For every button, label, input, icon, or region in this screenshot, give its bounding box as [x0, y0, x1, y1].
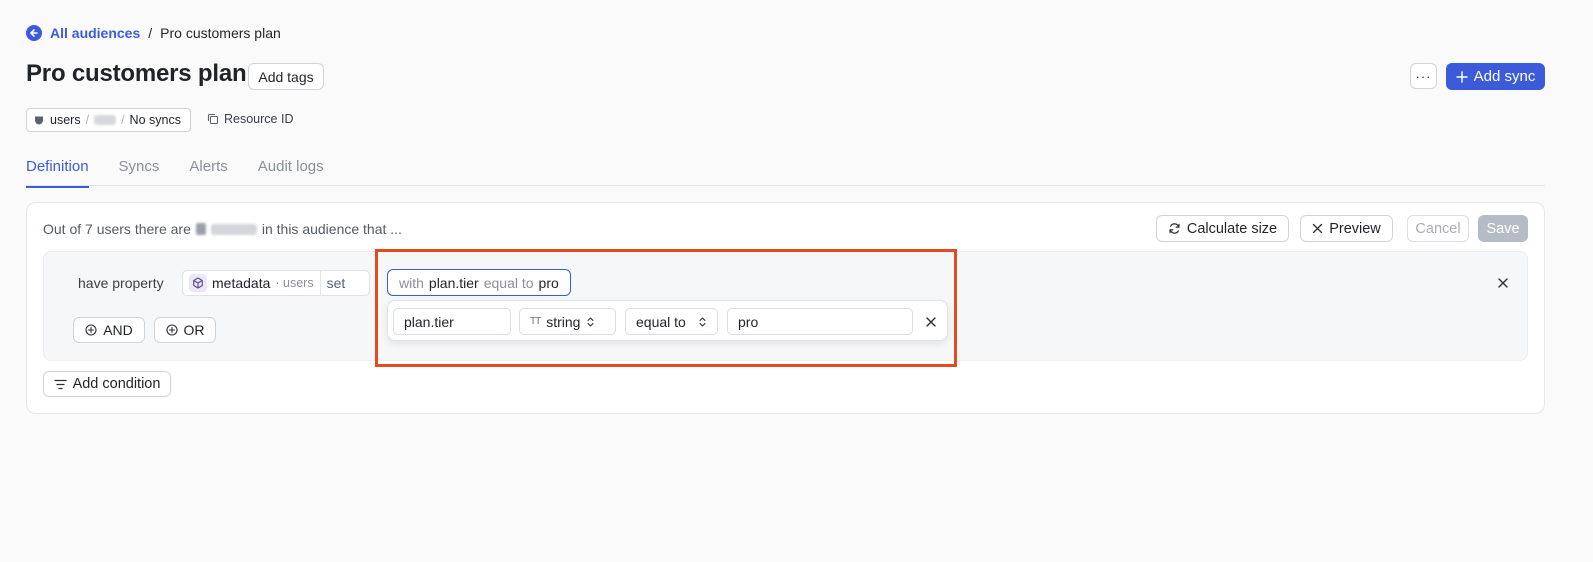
redacted-count	[195, 223, 206, 235]
more-options-button[interactable]: ···	[1410, 63, 1437, 89]
property-segment[interactable]: metadata · users	[183, 271, 320, 295]
tab-bar: Definition Syncs Alerts Audit logs	[26, 158, 324, 188]
cancel-button[interactable]: Cancel	[1407, 215, 1469, 242]
add-or-button[interactable]: OR	[154, 317, 216, 343]
calculate-size-button[interactable]: Calculate size	[1156, 215, 1289, 242]
redacted-count	[94, 115, 117, 125]
remove-filter-icon[interactable]	[924, 315, 938, 329]
copy-icon	[207, 113, 219, 125]
breadcrumb: All audiences / Pro customers plan	[26, 24, 281, 42]
preview-label: Preview	[1329, 220, 1381, 237]
filter-icon	[53, 379, 67, 389]
text-type-icon: TT	[530, 316, 541, 327]
condition-mode[interactable]: set	[319, 271, 352, 295]
preview-button[interactable]: Preview	[1300, 215, 1393, 242]
tab-definition[interactable]: Definition	[26, 158, 89, 188]
refresh-icon	[1169, 223, 1180, 234]
breadcrumb-separator: /	[148, 25, 153, 41]
filter-property-input[interactable]: plan.tier	[393, 308, 511, 335]
or-label: OR	[183, 322, 205, 338]
filter-operator-value: equal to	[636, 313, 686, 330]
property-model: · users	[275, 276, 314, 290]
plus-circle-icon	[85, 324, 97, 336]
tab-audit-logs[interactable]: Audit logs	[258, 158, 324, 188]
syncs-status: No syncs	[129, 113, 181, 127]
remove-condition-icon[interactable]	[1496, 276, 1510, 290]
cube-icon	[189, 274, 207, 292]
add-condition-label: Add condition	[72, 376, 161, 392]
tabs-divider	[26, 185, 1545, 186]
chevron-up-down-icon	[587, 316, 595, 327]
filter-operator-select[interactable]: equal to	[625, 308, 718, 335]
filter-type-select[interactable]: TT string	[519, 308, 616, 335]
redacted-percent	[210, 223, 257, 235]
audience-meta: users / / No syncs	[26, 108, 191, 132]
meta-separator: /	[85, 113, 90, 127]
close-icon	[1313, 223, 1323, 234]
meta-separator: /	[121, 113, 125, 127]
filter-property: plan.tier	[428, 274, 479, 291]
add-and-button[interactable]: AND	[73, 317, 145, 343]
resource-id-label: Resource ID	[224, 112, 294, 126]
filter-summary-pill[interactable]: with plan.tier equal to pro	[387, 269, 571, 296]
summary-suffix: in this audience that ...	[261, 221, 402, 237]
source-name[interactable]: users	[50, 113, 81, 127]
back-arrow-icon[interactable]	[26, 25, 42, 41]
filter-editor-popover: plan.tier TT string equal to pro	[387, 300, 948, 341]
resource-id-button[interactable]: Resource ID	[207, 112, 293, 126]
and-label: AND	[103, 322, 133, 338]
condition-type-label: have property	[78, 275, 164, 291]
filter-value: pro	[538, 274, 559, 291]
property-selector[interactable]: metadata · users set	[182, 270, 370, 296]
chevron-up-down-icon	[699, 316, 706, 327]
audience-summary: Out of 7 users there are in this audienc…	[43, 221, 402, 237]
calculate-size-label: Calculate size	[1186, 220, 1278, 237]
summary-prefix: Out of 7 users there are	[43, 221, 191, 237]
add-sync-button[interactable]: Add sync	[1446, 63, 1545, 90]
database-icon	[35, 116, 43, 125]
filter-with: with	[399, 274, 424, 291]
add-condition-button[interactable]: Add condition	[43, 371, 171, 397]
add-sync-label: Add sync	[1473, 68, 1536, 85]
plus-icon	[1455, 70, 1468, 83]
tab-syncs[interactable]: Syncs	[119, 158, 160, 188]
filter-type-value: string	[546, 313, 581, 330]
property-name: metadata	[212, 275, 271, 291]
save-button[interactable]: Save	[1478, 215, 1528, 242]
tab-alerts[interactable]: Alerts	[189, 158, 227, 188]
page-title: Pro customers plan	[26, 60, 247, 87]
add-tags-button[interactable]: Add tags	[248, 63, 324, 90]
breadcrumb-all-audiences-link[interactable]: All audiences	[50, 25, 140, 41]
plus-circle-icon	[165, 324, 178, 336]
filter-operator: equal to	[483, 274, 534, 291]
filter-value-input[interactable]: pro	[727, 308, 913, 335]
breadcrumb-current: Pro customers plan	[160, 25, 281, 41]
